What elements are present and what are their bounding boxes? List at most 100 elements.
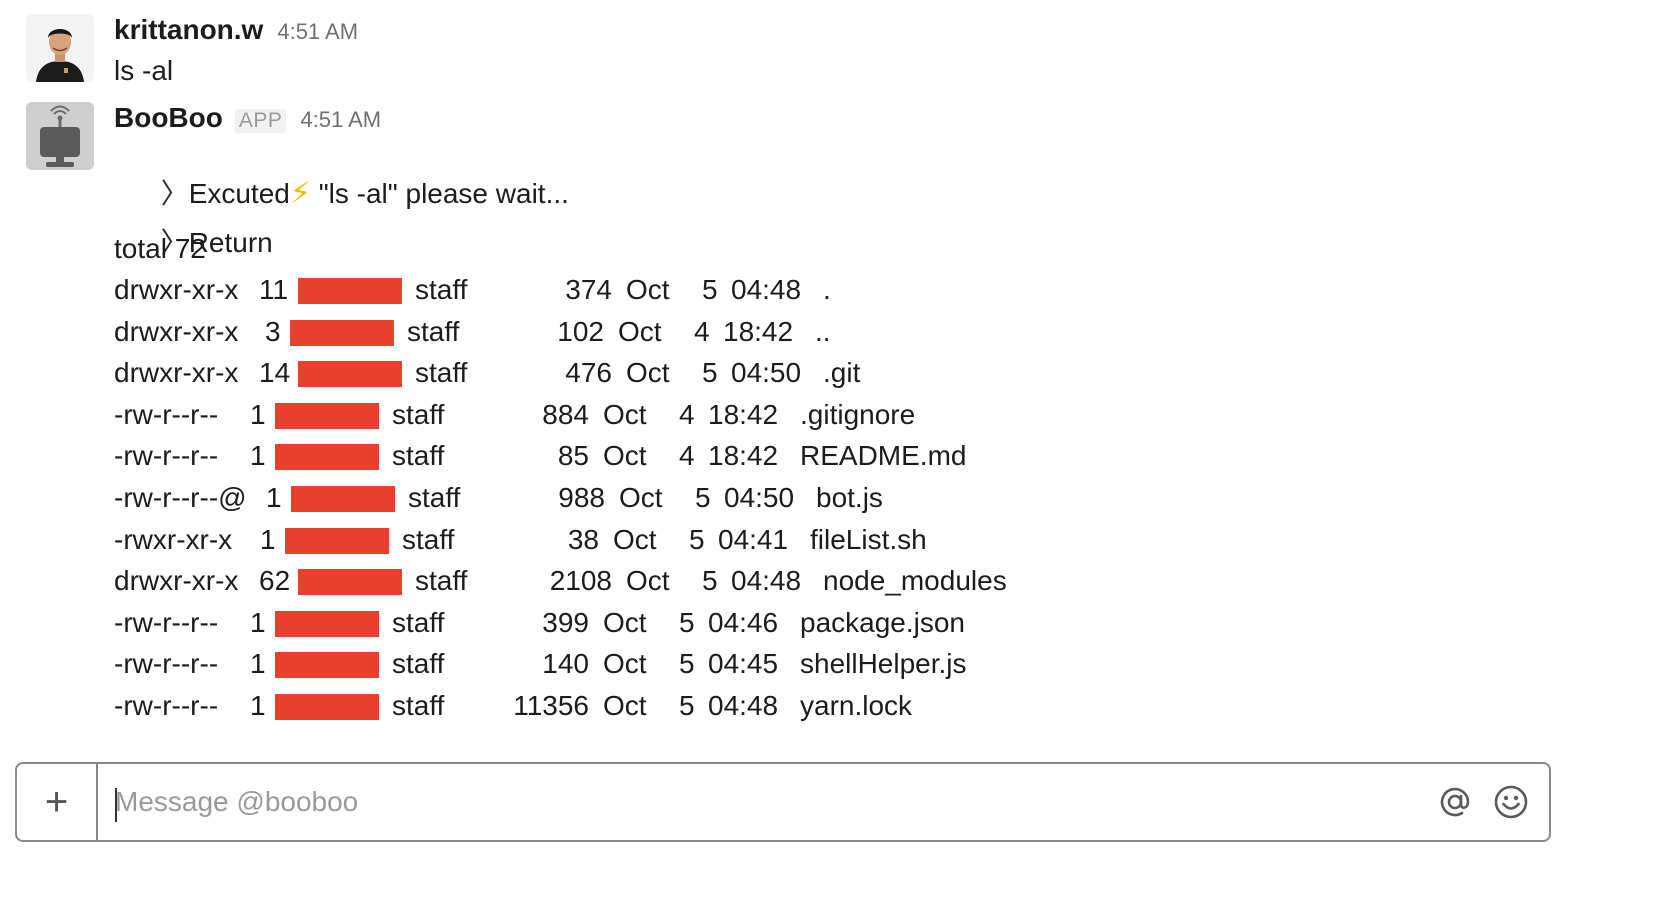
author-name[interactable]: BooBoo — [114, 102, 223, 134]
bot-avatar[interactable] — [26, 102, 94, 170]
at-icon[interactable] — [1437, 784, 1473, 820]
group-name: staff — [392, 398, 445, 430]
permissions: -rwxr-xr-x — [114, 523, 233, 555]
group-name: staff — [408, 482, 461, 513]
month: Oct — [613, 523, 657, 555]
listing-row: -rw-r--r-- 1 staff 140 Oct 5 04:45 shellHelper.… — [114, 646, 1014, 682]
month: Oct — [603, 648, 647, 680]
group-name: staff — [392, 606, 445, 638]
month: Oct — [603, 398, 647, 430]
day: 5 — [702, 357, 718, 389]
text-cursor — [115, 788, 117, 822]
file-name: . — [823, 274, 831, 305]
link-count: 1 — [266, 482, 282, 513]
message-composer: + — [15, 762, 1551, 842]
app-badge: APP — [234, 109, 287, 133]
file-name: .git — [823, 357, 861, 389]
link-count: 1 — [250, 690, 266, 721]
day: 4 — [694, 315, 710, 347]
redacted-owner — [291, 486, 395, 512]
link-count: 1 — [250, 648, 266, 680]
permissions: -rw-r--r-- — [114, 440, 219, 472]
user-avatar[interactable] — [26, 14, 94, 82]
listing-row: -rw-r--r--@ 1 staff 988 Oct 5 04:50 bot.js — [114, 480, 1014, 516]
author-name[interactable]: krittanon.w — [114, 14, 263, 46]
time: 04:41 — [718, 523, 789, 555]
time: 04:45 — [708, 648, 779, 680]
redacted-owner — [298, 361, 402, 388]
message-header: krittanon.w 4:51 AM — [114, 14, 1514, 54]
time: 18:42 — [708, 398, 779, 430]
link-count: 1 — [250, 398, 266, 430]
group-name: staff — [415, 274, 468, 305]
listing-row: -rwxr-xr-x 1 staff 38 Oct 5 04:41 fileList.sh — [114, 522, 1014, 558]
month: Oct — [626, 274, 670, 305]
month: Oct — [626, 357, 670, 389]
add-attachment-button[interactable]: + — [17, 764, 98, 840]
redacted-owner — [298, 278, 402, 304]
smiley-icon[interactable] — [1493, 784, 1529, 820]
file-size: 2108 — [549, 565, 612, 597]
day: 4 — [679, 398, 695, 430]
file-name: node_modules — [823, 565, 1007, 597]
file-name: README.md — [800, 440, 967, 472]
lightning-icon: ⚡ — [289, 177, 311, 210]
listing-row: drwxr-xr-x 11 staff 374 Oct 5 04:48. — [114, 272, 1014, 308]
time: 04:48 — [731, 274, 802, 305]
file-name: .gitignore — [800, 398, 916, 430]
message-input[interactable] — [115, 778, 1415, 826]
redacted-owner — [298, 569, 402, 596]
group-name: staff — [415, 357, 468, 389]
redacted-owner — [275, 694, 379, 720]
file-name: yarn.lock — [800, 690, 913, 721]
month: Oct — [603, 690, 647, 721]
file-size: 884 — [542, 398, 589, 430]
link-count: 3 — [265, 315, 281, 347]
time: 18:42 — [708, 440, 779, 472]
redacted-owner — [275, 444, 379, 471]
time: 04:50 — [724, 482, 795, 513]
executed-line: 〉Excuted⚡ "ls -al" please wait... — [114, 140, 569, 210]
time: 04:46 — [708, 606, 779, 638]
redacted-owner — [275, 610, 379, 637]
file-size: 988 — [558, 482, 605, 513]
group-name: staff — [392, 690, 445, 721]
day: 5 — [702, 565, 718, 597]
time: 04:50 — [731, 357, 802, 389]
file-size: 140 — [542, 648, 589, 680]
listing-row: -rw-r--r-- 1 staff 85 Oct 4 18:42 README.md — [114, 438, 1014, 474]
redacted-owner — [290, 319, 394, 346]
timestamp[interactable]: 4:51 AM — [300, 107, 381, 133]
timestamp[interactable]: 4:51 AM — [277, 19, 358, 45]
permissions: drwxr-xr-x — [114, 565, 239, 597]
permissions: drwxr-xr-x — [114, 357, 239, 389]
file-size: 399 — [542, 606, 589, 638]
time: 04:48 — [731, 565, 802, 597]
permissions: drwxr-xr-x — [114, 315, 239, 347]
redacted-owner — [275, 402, 379, 429]
redacted-owner — [285, 527, 389, 554]
listing-row: drwxr-xr-x 3 staff 102 Oct 4 18:42.. — [114, 314, 1014, 350]
permissions: -rw-r--r--@ — [114, 482, 247, 513]
day: 5 — [679, 690, 695, 721]
month: Oct — [619, 482, 663, 513]
group-name: staff — [407, 315, 460, 347]
month: Oct — [603, 606, 647, 638]
file-size: 102 — [557, 315, 604, 347]
permissions: -rw-r--r-- — [114, 690, 219, 721]
group-name: staff — [392, 440, 445, 472]
file-size: 476 — [565, 357, 612, 389]
group-name: staff — [392, 648, 445, 680]
message-text: ls -al — [114, 55, 174, 86]
permissions: -rw-r--r-- — [114, 398, 219, 430]
listing-row: -rw-r--r-- 1 staff 11356 Oct 5 04:48 yarn.lock — [114, 688, 1014, 724]
file-name: shellHelper.js — [800, 648, 967, 680]
link-count: 14 — [259, 357, 291, 389]
file-name: fileList.sh — [810, 523, 927, 555]
file-name: package.json — [800, 606, 966, 638]
file-size: 85 — [557, 440, 589, 472]
file-size: 38 — [567, 523, 599, 555]
listing-row: -rw-r--r-- 1 staff 399 Oct 5 04:46 package.json — [114, 605, 1014, 641]
link-count: 11 — [259, 274, 289, 305]
redacted-owner — [275, 652, 379, 679]
